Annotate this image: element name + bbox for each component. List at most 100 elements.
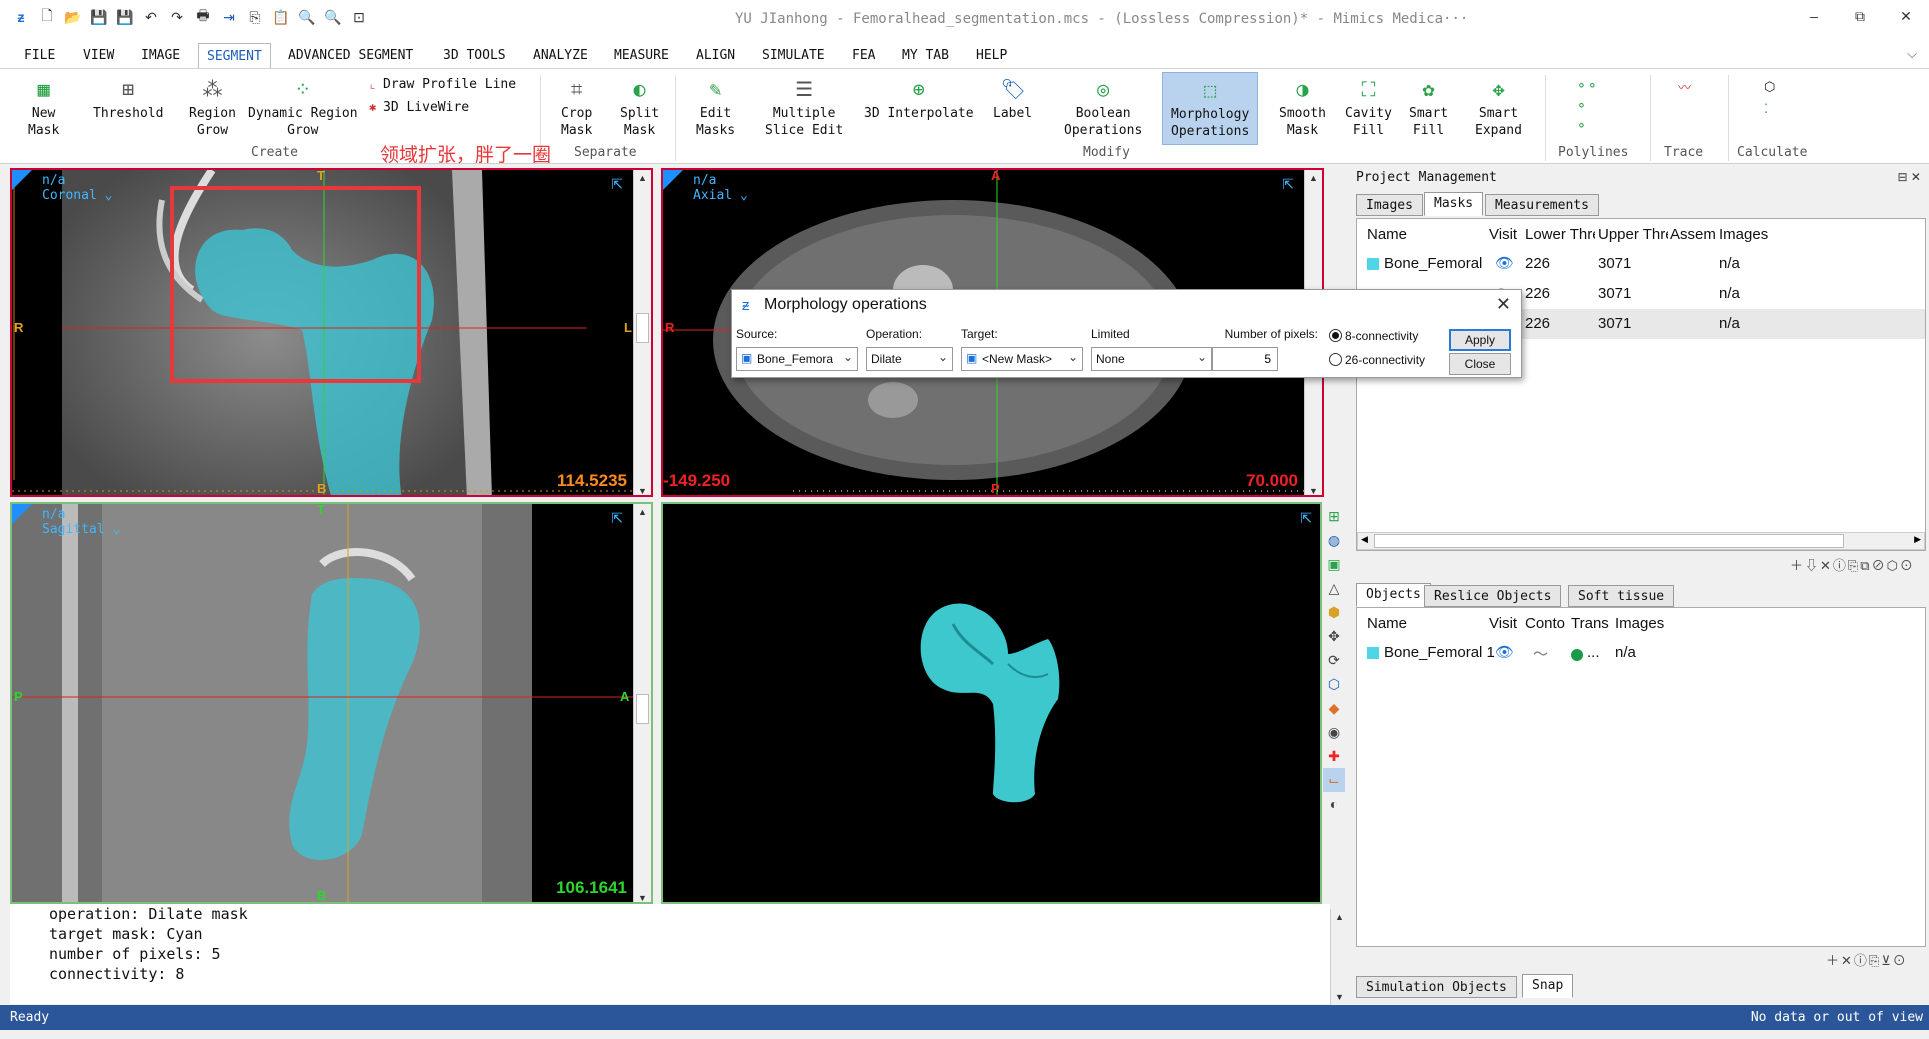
eye-icon[interactable]: 👁 <box>1495 254 1514 272</box>
coronal-view-selector[interactable]: Coronal ⌄ <box>42 188 112 203</box>
morphology-operations-button[interactable]: ⬚ Morphology Operations <box>1162 72 1259 145</box>
tab-reslice-objects[interactable]: Reslice Objects <box>1424 585 1562 607</box>
polyline-tool-icon[interactable]: ⚬⚬ <box>1576 79 1598 94</box>
calculate-part-icon[interactable]: ⁚ <box>1764 102 1768 117</box>
export-icon[interactable]: ⇥ <box>218 6 240 28</box>
menu-analyze[interactable]: ANALYZE <box>533 48 588 63</box>
new-mask-button[interactable]: ▦ New Mask <box>28 77 59 139</box>
menu-3d-tools[interactable]: 3D TOOLS <box>443 48 506 63</box>
zoom-fit-icon[interactable]: ⊡ <box>348 6 370 28</box>
scroll-up-icon[interactable]: ▲ <box>634 504 651 520</box>
eye-icon[interactable]: 👁 <box>1495 643 1514 661</box>
tab-objects[interactable]: Objects <box>1356 583 1431 607</box>
grid-icon[interactable]: ⊞ <box>1323 504 1345 528</box>
scroll-up-icon[interactable]: ▲ <box>1305 170 1322 186</box>
display-icon[interactable]: ▣ <box>1323 552 1345 576</box>
col-name[interactable]: Name <box>1367 615 1487 632</box>
col-upper-threshold[interactable]: Upper Thre <box>1598 226 1668 243</box>
sagittal-view-selector[interactable]: Sagittal ⌄ <box>42 522 120 537</box>
col-contour[interactable]: Conto <box>1525 615 1569 632</box>
close-button[interactable]: ✕ <box>1883 0 1929 32</box>
contrast-icon[interactable]: ◐ <box>1323 792 1345 816</box>
scroll-right-icon[interactable]: ▶ <box>1914 534 1921 545</box>
menu-measure[interactable]: MEASURE <box>614 48 669 63</box>
scroll-down-icon[interactable]: ▼ <box>1331 989 1348 1005</box>
menu-help[interactable]: HELP <box>976 48 1007 63</box>
draw-profile-line-button[interactable]: ⌞ Draw Profile Line <box>369 77 516 92</box>
multiple-slice-edit-button[interactable]: ☰ Multiple Slice Edit <box>765 77 843 139</box>
apply-button[interactable]: Apply <box>1449 329 1511 351</box>
contour-icon[interactable]: 〜 <box>1533 643 1548 664</box>
boolean-operations-button[interactable]: ◎ Boolean Operations <box>1064 77 1142 139</box>
limited-select[interactable]: None ⌄ <box>1091 347 1212 371</box>
col-images[interactable]: Images <box>1615 615 1695 632</box>
split-mask-button[interactable]: ◐ Split Mask <box>620 77 659 139</box>
edit-masks-button[interactable]: ✎ Edit Masks <box>696 77 735 139</box>
3d-viewport[interactable]: ⇱ <box>661 502 1322 904</box>
menu-advanced-segment[interactable]: ADVANCED SEGMENT <box>288 48 413 63</box>
maximize-viewport-icon[interactable]: ⇱ <box>1300 510 1312 527</box>
ribbon-collapse-icon[interactable]: ⌵ <box>1907 46 1917 62</box>
livewire-button[interactable]: ✱ 3D LiveWire <box>369 100 469 115</box>
smart-expand-button[interactable]: ✥ Smart Expand <box>1475 77 1522 139</box>
maximize-viewport-icon[interactable]: ⇱ <box>611 510 623 527</box>
smooth-mask-button[interactable]: ◑ Smooth Mask <box>1279 77 1326 139</box>
pan-icon[interactable]: ✥ <box>1323 624 1345 648</box>
scroll-thumb[interactable] <box>1374 534 1844 548</box>
scroll-thumb[interactable] <box>636 694 649 724</box>
scroll-left-icon[interactable]: ◀ <box>1361 534 1368 545</box>
menu-align[interactable]: ALIGN <box>696 48 735 63</box>
polyline-edit-icon[interactable]: ⚬ <box>1576 99 1587 114</box>
scroll-down-icon[interactable]: ▼ <box>634 890 651 902</box>
transparency-dot-icon[interactable] <box>1571 649 1583 661</box>
polyline-grow-icon[interactable]: ⚬ <box>1576 119 1587 134</box>
rotate-icon[interactable]: ⟳ <box>1323 648 1345 672</box>
new-file-icon[interactable]: 🗋 <box>36 6 58 28</box>
col-visible[interactable]: Visit <box>1489 226 1523 243</box>
col-name[interactable]: Name <box>1367 226 1487 243</box>
maximize-button[interactable]: ⧉ <box>1837 0 1883 32</box>
region-grow-button[interactable]: ⁂ Region Grow <box>189 77 236 139</box>
source-select[interactable]: ▣ Bone_Femora ⌄ <box>736 347 858 371</box>
threshold-button[interactable]: ⊞ Threshold <box>93 77 163 122</box>
zoom-in-icon[interactable]: 🔍 <box>296 6 318 28</box>
axis-icon[interactable]: ⌙ <box>1323 768 1345 792</box>
target-select[interactable]: ▣ <New Mask> ⌄ <box>961 347 1083 371</box>
coronal-scrollbar[interactable]: ▲ ▼ <box>633 170 651 495</box>
scroll-up-icon[interactable]: ▲ <box>634 170 651 186</box>
tab-soft-tissue[interactable]: Soft tissue <box>1568 585 1675 607</box>
col-assembly[interactable]: Assem <box>1670 226 1716 243</box>
3d-interpolate-button[interactable]: ⊕ 3D Interpolate <box>864 77 974 122</box>
table-row[interactable]: Bone_Femoral 1 👁 〜 ... n/a <box>1357 638 1925 668</box>
redo-icon[interactable]: ↷ <box>166 6 188 28</box>
scroll-thumb[interactable] <box>636 313 649 343</box>
menu-simulate[interactable]: SIMULATE <box>762 48 825 63</box>
menu-view[interactable]: VIEW <box>83 48 114 63</box>
label-button[interactable]: 🏷 Label <box>993 77 1032 122</box>
tab-masks[interactable]: Masks <box>1424 192 1484 216</box>
crop-mask-button[interactable]: ⌗ Crop Mask <box>561 77 592 139</box>
dynamic-region-grow-button[interactable]: ⁘ Dynamic Region Grow <box>248 77 358 139</box>
maximize-viewport-icon[interactable]: ⇱ <box>1282 176 1294 193</box>
menu-file[interactable]: FILE <box>24 48 55 63</box>
table-row[interactable]: Bone_Femoral 👁 226 3071 n/a <box>1357 249 1925 279</box>
crosshair-icon[interactable]: ✚ <box>1323 744 1345 768</box>
cavity-fill-button[interactable]: ⛶ Cavity Fill <box>1345 77 1392 139</box>
tab-snap[interactable]: Snap <box>1522 974 1574 998</box>
sagittal-viewport[interactable]: n/a Sagittal ⌄ ⇱ T B P A 106.1641 ▲ ▼ <box>10 502 653 904</box>
radio-8-connectivity[interactable]: 8-connectivity <box>1329 329 1418 343</box>
scroll-down-icon[interactable]: ▼ <box>634 483 651 495</box>
undo-icon[interactable]: ↶ <box>140 6 162 28</box>
objects-action-icons[interactable]: ＋✕ⓘ⎘⊻⊙ <box>1826 950 1908 969</box>
col-lower-threshold[interactable]: Lower Thre <box>1525 226 1595 243</box>
maximize-viewport-icon[interactable]: ⇱ <box>611 176 623 193</box>
smart-fill-button[interactable]: ✿ Smart Fill <box>1409 77 1448 139</box>
tab-images[interactable]: Images <box>1356 194 1423 216</box>
log-scrollbar[interactable]: ▲ ▼ <box>1330 909 1348 1005</box>
trace-icon[interactable]: 〰 <box>1678 77 1691 96</box>
scroll-up-icon[interactable]: ▲ <box>1331 909 1348 925</box>
axial-view-selector[interactable]: Axial ⌄ <box>693 188 748 203</box>
mask-overlay-icon[interactable]: ◍ <box>1323 528 1345 552</box>
operation-select[interactable]: Dilate ⌄ <box>866 347 953 371</box>
copy-icon[interactable]: ⎘ <box>244 6 266 28</box>
